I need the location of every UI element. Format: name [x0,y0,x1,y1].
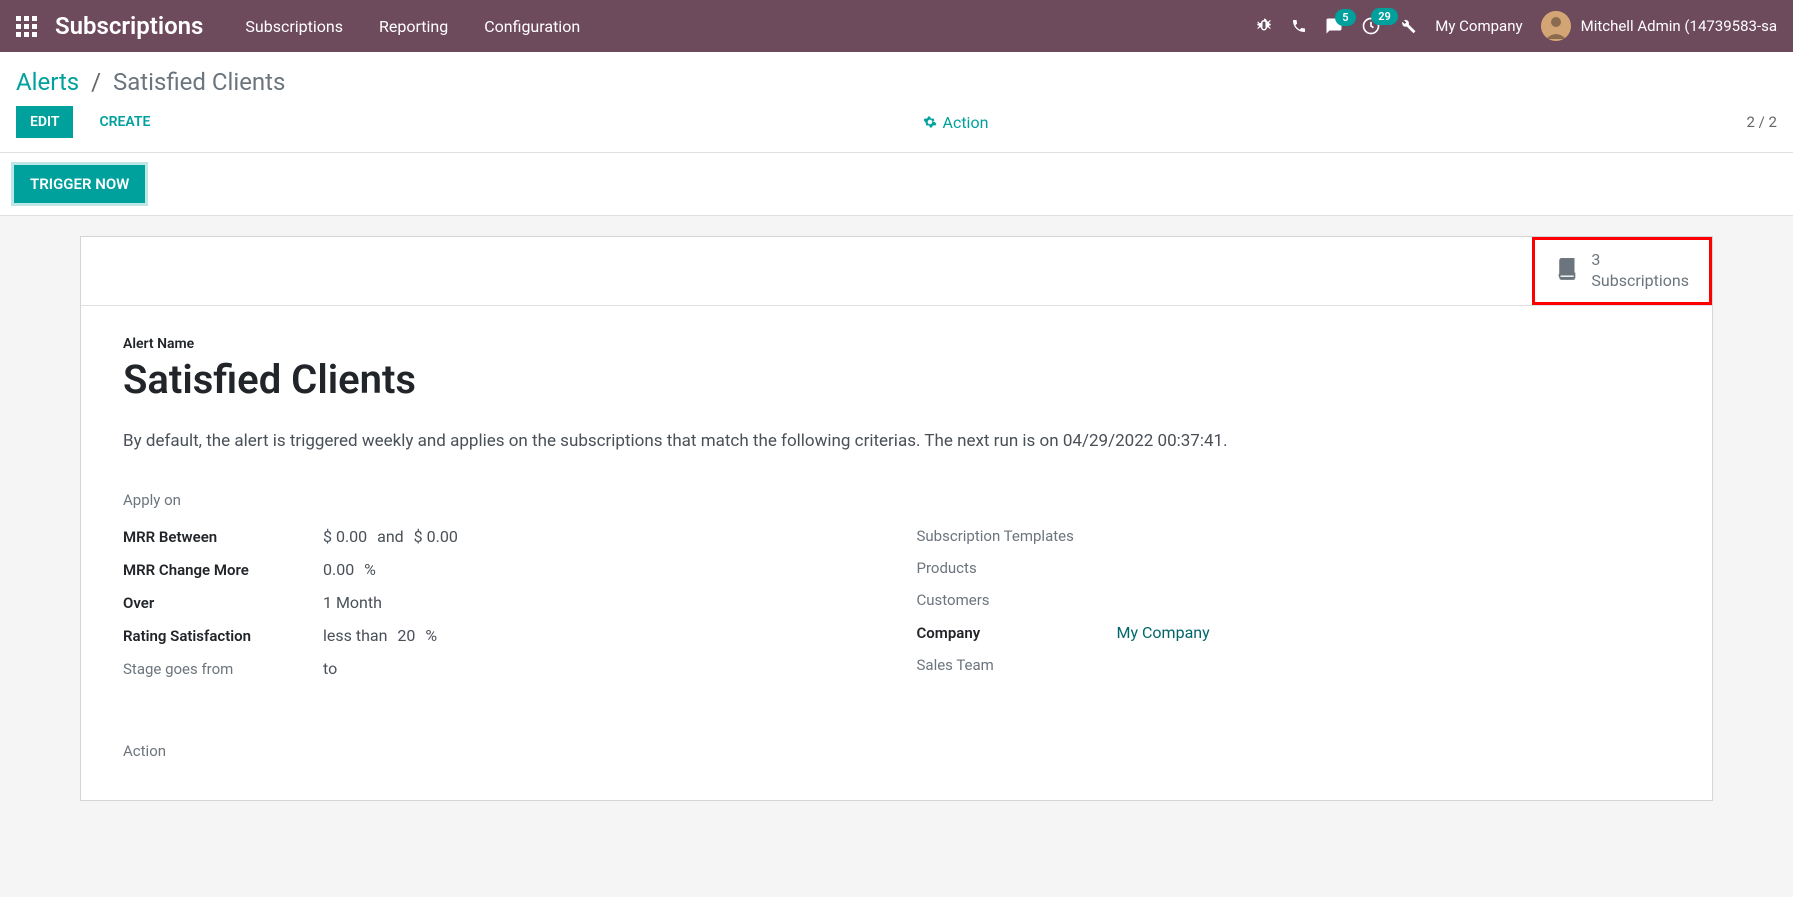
mrr-change-unit: % [364,560,376,579]
avatar [1541,11,1571,41]
trigger-now-button[interactable]: Trigger Now [14,165,145,203]
company-row: Company My Company [917,623,1671,642]
customers-row: Customers [917,591,1671,609]
chat-badge: 5 [1335,9,1355,26]
mrr-between-row: MRR Between $ 0.00 and $ 0.00 [123,527,877,546]
stage-row: Stage goes from to [123,659,877,678]
app-name[interactable]: Subscriptions [55,12,203,40]
mrr-to: $ 0.00 [414,527,458,546]
rating-num: 20 [397,626,415,645]
edit-button[interactable]: Edit [16,106,73,138]
description-text: By default, the alert is triggered weekl… [123,431,1670,451]
rating-unit: % [425,626,437,645]
nav-item-configuration[interactable]: Configuration [470,9,594,44]
over-label: Over [123,594,323,612]
status-bar: Trigger Now [0,153,1793,216]
clock-badge: 29 [1371,8,1398,25]
products-label: Products [917,559,1117,577]
mrr-between-label: MRR Between [123,528,323,546]
rating-op: less than [323,626,387,645]
pager[interactable]: 2 / 2 [1747,113,1778,131]
rating-row: Rating Satisfaction less than 20 % [123,626,877,645]
company-selector[interactable]: My Company [1435,17,1522,35]
form-sheet: 3 Subscriptions Alert Name Satisfied Cli… [80,236,1713,801]
breadcrumb: Alerts / Satisfied Clients [16,68,1777,96]
stat-count: 3 [1591,250,1689,271]
mrr-between-value: $ 0.00 and $ 0.00 [323,527,458,546]
customers-label: Customers [917,591,1117,609]
mrr-from: $ 0.00 [323,527,367,546]
apply-on-title: Apply on [123,491,1670,509]
stage-label: Stage goes from [123,660,323,678]
left-column: MRR Between $ 0.00 and $ 0.00 MRR Change… [123,527,877,692]
mrr-change-num: 0.00 [323,560,354,579]
tools-icon[interactable] [1399,17,1417,35]
stage-to: to [323,659,337,678]
company-value[interactable]: My Company [1117,623,1210,642]
breadcrumb-current: Satisfied Clients [113,68,285,96]
form-body: Alert Name Satisfied Clients By default,… [81,306,1712,800]
mrr-joiner: and [377,527,404,546]
control-panel: Alerts / Satisfied Clients Edit Create A… [0,52,1793,153]
over-value: 1 Month [323,593,382,612]
nav-item-subscriptions[interactable]: Subscriptions [231,9,357,44]
phone-icon[interactable] [1291,18,1307,34]
subscriptions-stat-button[interactable]: 3 Subscriptions [1532,237,1712,305]
sales-team-row: Sales Team [917,656,1671,674]
main-navbar: Subscriptions Subscriptions Reporting Co… [0,0,1793,52]
right-column: Subscription Templates Products Customer… [917,527,1671,692]
nav-menu: Subscriptions Reporting Configuration [231,9,1255,44]
rating-value: less than 20 % [323,626,437,645]
mrr-change-value: 0.00 % [323,560,382,579]
stat-label: Subscriptions [1591,271,1689,292]
alert-name-value: Satisfied Clients [123,356,1670,403]
action-section-title: Action [123,742,1670,760]
rating-label: Rating Satisfaction [123,627,323,645]
breadcrumb-parent[interactable]: Alerts [16,68,79,96]
content-wrapper: 3 Subscriptions Alert Name Satisfied Cli… [0,216,1793,801]
create-button[interactable]: Create [85,106,164,138]
breadcrumb-separator: / [91,68,101,96]
action-label: Action [943,113,989,132]
templates-label: Subscription Templates [917,527,1117,545]
apps-grid-icon[interactable] [16,16,37,37]
templates-row: Subscription Templates [917,527,1671,545]
gear-icon [923,115,937,129]
button-box: 3 Subscriptions [81,237,1712,306]
action-dropdown[interactable]: Action [923,113,989,132]
company-label: Company [917,624,1117,642]
navbar-right: 5 29 My Company Mitchell Admin (14739583… [1255,11,1777,41]
mrr-change-label: MRR Change More [123,561,323,579]
user-menu[interactable]: Mitchell Admin (14739583-sa [1541,11,1777,41]
mrr-change-row: MRR Change More 0.00 % [123,560,877,579]
over-row: Over 1 Month [123,593,877,612]
alert-name-label: Alert Name [123,336,1670,352]
sales-team-label: Sales Team [917,656,1117,674]
nav-item-reporting[interactable]: Reporting [365,9,462,44]
clock-icon[interactable]: 29 [1361,16,1381,36]
user-name: Mitchell Admin (14739583-sa [1581,17,1777,35]
book-icon [1555,256,1581,286]
bug-icon[interactable] [1255,17,1273,35]
chat-icon[interactable]: 5 [1325,17,1343,35]
products-row: Products [917,559,1671,577]
